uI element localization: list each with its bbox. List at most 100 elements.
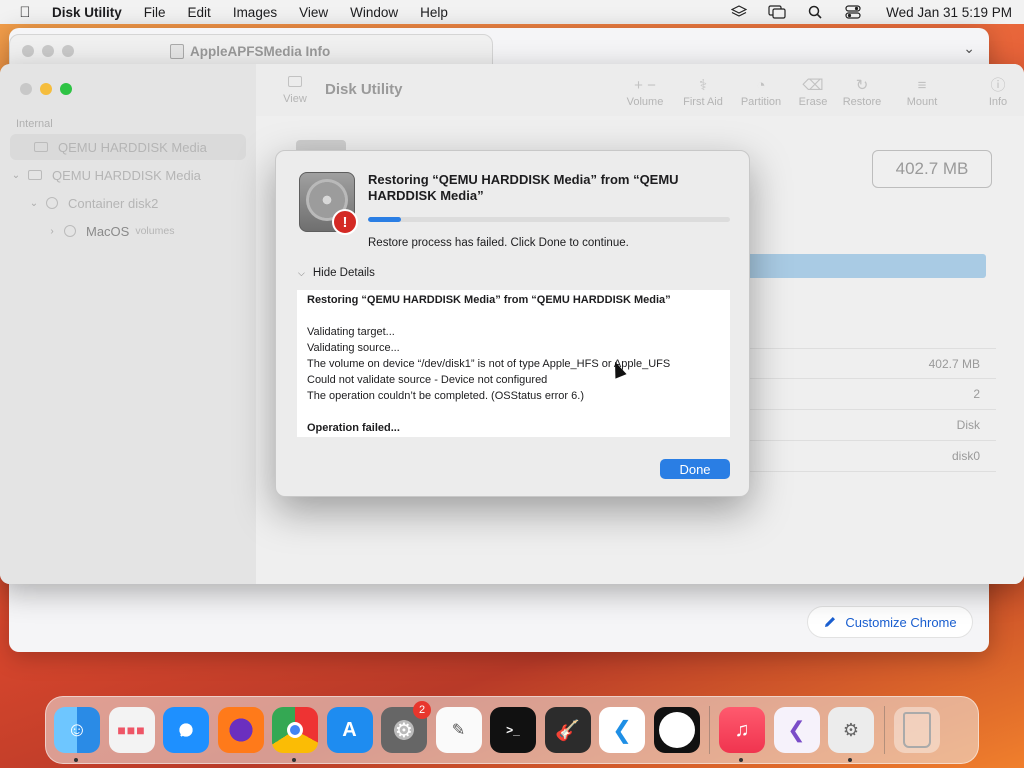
usage-bar (746, 254, 986, 278)
mount-icon: ≡ (917, 77, 927, 94)
dock-disk-utility-icon[interactable]: ⚙ (828, 707, 874, 762)
sidebar-toggle-icon (288, 76, 302, 87)
minimize-icon[interactable] (40, 83, 52, 95)
apple-menu-icon[interactable]:  (12, 4, 38, 21)
details-line (307, 404, 720, 420)
menu-images[interactable]: Images (233, 5, 277, 20)
running-indicator (292, 758, 296, 762)
toolbar-info-button[interactable]: ⓘ Info (984, 76, 1012, 108)
menu-clock[interactable]: Wed Jan 31 5:19 PM (886, 5, 1012, 20)
dock-chrome-icon[interactable] (272, 707, 318, 762)
info-row-capacity: 402.7 MB (746, 348, 996, 379)
close-icon[interactable] (20, 83, 32, 95)
sidebar-item-disk-2[interactable]: ⌄ QEMU HARDDISK Media (10, 162, 246, 188)
dock-launchpad-icon[interactable]: ■■■ (108, 707, 155, 753)
dock-clock-icon[interactable] (653, 707, 700, 753)
info-row-type: Disk (746, 410, 996, 441)
sidebar-item-label: QEMU HARDDISK Media (52, 167, 201, 183)
sidebar-section-internal: Internal (16, 118, 53, 130)
toolbar-restore-button[interactable]: ↻ Restore (838, 76, 886, 108)
sidebar-item-disk-1[interactable]: QEMU HARDDISK Media (10, 134, 246, 160)
erase-icon: ⌫ (802, 77, 824, 94)
control-center-icon[interactable] (844, 5, 862, 19)
toolbar-label: Mount (906, 96, 938, 108)
chevron-down-icon[interactable]: ⌄ (28, 198, 40, 209)
menu-edit[interactable]: Edit (188, 5, 211, 20)
dock-finder-icon[interactable]: ☺ (54, 707, 100, 762)
zoom-icon[interactable] (62, 45, 74, 57)
hide-details-toggle[interactable]: ⌵ Hide Details (298, 267, 375, 279)
details-line (307, 308, 720, 324)
toolbar-first-aid-button[interactable]: ⚕ First Aid (676, 76, 730, 108)
partition-icon: ◔ (756, 77, 766, 94)
toolbar-partition-button[interactable]: ◔ Partition (736, 76, 786, 108)
chevron-down-icon[interactable]: ⌄ (10, 170, 22, 181)
details-line: Could not validate source - Device not c… (307, 374, 548, 386)
toolbar: View Disk Utility + − Volume ⚕ First Aid… (256, 64, 1024, 116)
pencil-icon (825, 617, 836, 627)
chevron-right-icon[interactable]: › (46, 226, 58, 237)
details-log[interactable]: Restoring “QEMU HARDDISK Media” from “QE… (297, 290, 730, 437)
minimize-icon[interactable] (42, 45, 54, 57)
toolbar-view-button[interactable]: View (278, 76, 312, 105)
dock-firefox-icon[interactable] (217, 707, 264, 753)
dock-app-store-icon[interactable]: A (326, 707, 373, 753)
alert-icon: ! (332, 209, 358, 235)
dock-trash-icon[interactable] (893, 707, 940, 753)
toolbar-mount-button[interactable]: ≡ Mount (900, 76, 944, 108)
zoom-icon[interactable] (60, 83, 72, 95)
dock-music-icon[interactable]: ♫ (719, 707, 765, 762)
dock-terminal-icon[interactable]: >_ (490, 707, 536, 753)
dialog-status: Restore process has failed. Click Done t… (368, 237, 629, 249)
sidebar-item-label: QEMU HARDDISK Media (58, 139, 207, 155)
toolbar-label: Erase (798, 96, 828, 108)
dock-separator (709, 706, 710, 754)
layers-icon[interactable] (730, 5, 748, 19)
menu-app-name[interactable]: Disk Utility (52, 5, 122, 20)
dock-system-settings-icon[interactable]: ⚙ 2 (381, 701, 431, 753)
volume-stack-icon (64, 225, 76, 237)
sidebar-item-macos[interactable]: › MacOS volumes (46, 218, 246, 244)
menu-file[interactable]: File (144, 5, 166, 20)
dock-garageband-icon[interactable]: 🎸 (544, 707, 591, 753)
toolbar-erase-button[interactable]: ⌫ Erase (792, 76, 834, 108)
toolbar-label: Restore (842, 96, 882, 108)
dock-safari-icon[interactable]: ➚ (163, 707, 209, 753)
done-button[interactable]: Done (660, 459, 730, 479)
menu-help[interactable]: Help (420, 5, 448, 20)
hide-details-label: Hide Details (312, 267, 375, 279)
details-line: Validating target... (307, 326, 395, 338)
menu-bar:  Disk Utility File Edit Images View Win… (0, 0, 1024, 24)
container-icon (46, 197, 58, 209)
close-icon[interactable] (22, 45, 34, 57)
menu-window[interactable]: Window (350, 5, 398, 20)
details-line: The volume on device “/dev/disk1” is not… (307, 358, 671, 370)
dock-visual-studio-icon[interactable]: ❮ (773, 707, 820, 753)
toolbar-volume-button[interactable]: + − Volume (620, 76, 670, 108)
sidebar: Internal QEMU HARDDISK Media ⌄ QEMU HARD… (0, 64, 256, 584)
chrome-tab-title: AppleAPFSMedia Info (170, 43, 330, 59)
toolbar-label: Info (988, 96, 1008, 108)
running-indicator (74, 758, 78, 762)
hard-disk-icon (28, 170, 42, 180)
details-line: Validating source... (307, 342, 400, 354)
toolbar-label: First Aid (683, 96, 723, 108)
customize-chrome-button[interactable]: Customize Chrome (807, 606, 973, 638)
info-table: 402.7 MB 2 Disk disk0 (746, 348, 996, 472)
info-row-device: disk0 (746, 441, 996, 472)
dock-visual-studio-code-icon[interactable]: ❮ (599, 707, 645, 753)
dock-textedit-icon[interactable]: ✎ (435, 707, 482, 753)
screen-mirroring-icon[interactable] (768, 5, 786, 19)
menu-view[interactable]: View (299, 5, 328, 20)
chrome-tab[interactable]: AppleAPFSMedia Info (9, 34, 493, 68)
chevron-down-icon: ⌵ (298, 267, 305, 278)
hard-disk-icon (34, 142, 48, 152)
search-icon[interactable] (806, 5, 824, 19)
chevron-down-icon[interactable]: ⌄ (963, 40, 975, 57)
dock: ☺ ■■■ ➚ A ⚙ 2 ✎ >_ 🎸 ❮ ♫ ❮ ⚙ (45, 696, 979, 764)
sidebar-item-container[interactable]: ⌄ Container disk2 (28, 190, 246, 216)
plus-minus-icon: + − (634, 77, 656, 94)
toolbar-label: Volume (626, 96, 664, 108)
chrome-traffic-lights (22, 45, 74, 57)
details-line: Operation failed... (307, 422, 400, 434)
